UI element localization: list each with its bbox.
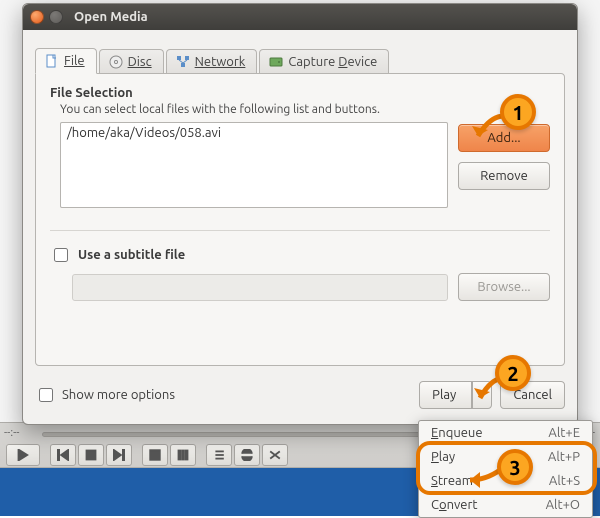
window-close-button[interactable]: [30, 10, 44, 24]
shuffle-button[interactable]: [262, 444, 288, 466]
stop-button[interactable]: [78, 444, 104, 466]
play-dialog-button[interactable]: Play: [419, 381, 472, 409]
titlebar: Open Media: [23, 4, 577, 30]
tab-strip: File Disc Network Capture Device: [35, 44, 565, 74]
callout-3: 3: [497, 449, 533, 485]
subtitle-path-input: [72, 274, 448, 301]
menu-item-label: Play: [431, 450, 455, 464]
menu-item-shortcut: Alt+S: [549, 474, 580, 488]
menu-item-label: Convert: [431, 498, 478, 512]
callout-2: 2: [495, 355, 531, 391]
network-icon: [176, 55, 190, 69]
ext-settings-button[interactable]: [170, 444, 196, 466]
use-subtitle-row[interactable]: Use a subtitle file: [50, 245, 550, 265]
tab-file-label: File: [64, 54, 85, 68]
show-more-checkbox[interactable]: [39, 388, 53, 402]
tab-capture[interactable]: Capture Device: [259, 49, 389, 74]
menu-item-shortcut: Alt+O: [546, 498, 580, 512]
window-title: Open Media: [74, 10, 148, 24]
remove-button[interactable]: Remove: [458, 162, 550, 190]
tab-disc[interactable]: Disc: [99, 49, 164, 74]
menu-item-convert[interactable]: Convert Alt+O: [419, 493, 592, 517]
tab-file[interactable]: File: [35, 48, 97, 74]
menu-item-shortcut: Alt+E: [548, 426, 580, 440]
capture-icon: [269, 55, 283, 69]
window-minimize-button[interactable]: [49, 10, 63, 24]
disc-icon: [109, 55, 123, 69]
browse-button: Browse...: [458, 273, 550, 301]
menu-item-shortcut: Alt+P: [548, 450, 580, 464]
use-subtitle-checkbox[interactable]: [54, 248, 68, 262]
file-list[interactable]: /home/aka/Videos/058.avi: [60, 122, 448, 208]
menu-item-enqueue[interactable]: Enqueue Alt+E: [419, 421, 592, 445]
tab-disc-label: Disc: [128, 55, 152, 69]
tab-network-label: Network: [195, 55, 246, 69]
next-button[interactable]: [106, 444, 132, 466]
tab-capture-label: Capture Device: [288, 55, 377, 69]
play-button[interactable]: [6, 444, 40, 466]
prev-button[interactable]: [50, 444, 76, 466]
player-controls: [6, 444, 294, 466]
use-subtitle-label: Use a subtitle file: [78, 248, 185, 262]
file-selection-title: File Selection: [50, 86, 550, 100]
show-more-label: Show more options: [62, 388, 175, 402]
show-more-row[interactable]: Show more options: [35, 385, 175, 405]
file-icon: [45, 54, 59, 68]
menu-item-label: Enqueue: [431, 426, 483, 440]
file-list-item[interactable]: /home/aka/Videos/058.avi: [61, 123, 447, 143]
loop-button[interactable]: [234, 444, 260, 466]
tab-network[interactable]: Network: [166, 49, 258, 74]
playlist-button[interactable]: [206, 444, 232, 466]
fullscreen-button[interactable]: [142, 444, 168, 466]
open-media-dialog: Open Media File Disc Network Capture Dev…: [22, 3, 578, 425]
time-elapsed: --:--: [4, 427, 19, 439]
callout-1: 1: [500, 94, 536, 130]
